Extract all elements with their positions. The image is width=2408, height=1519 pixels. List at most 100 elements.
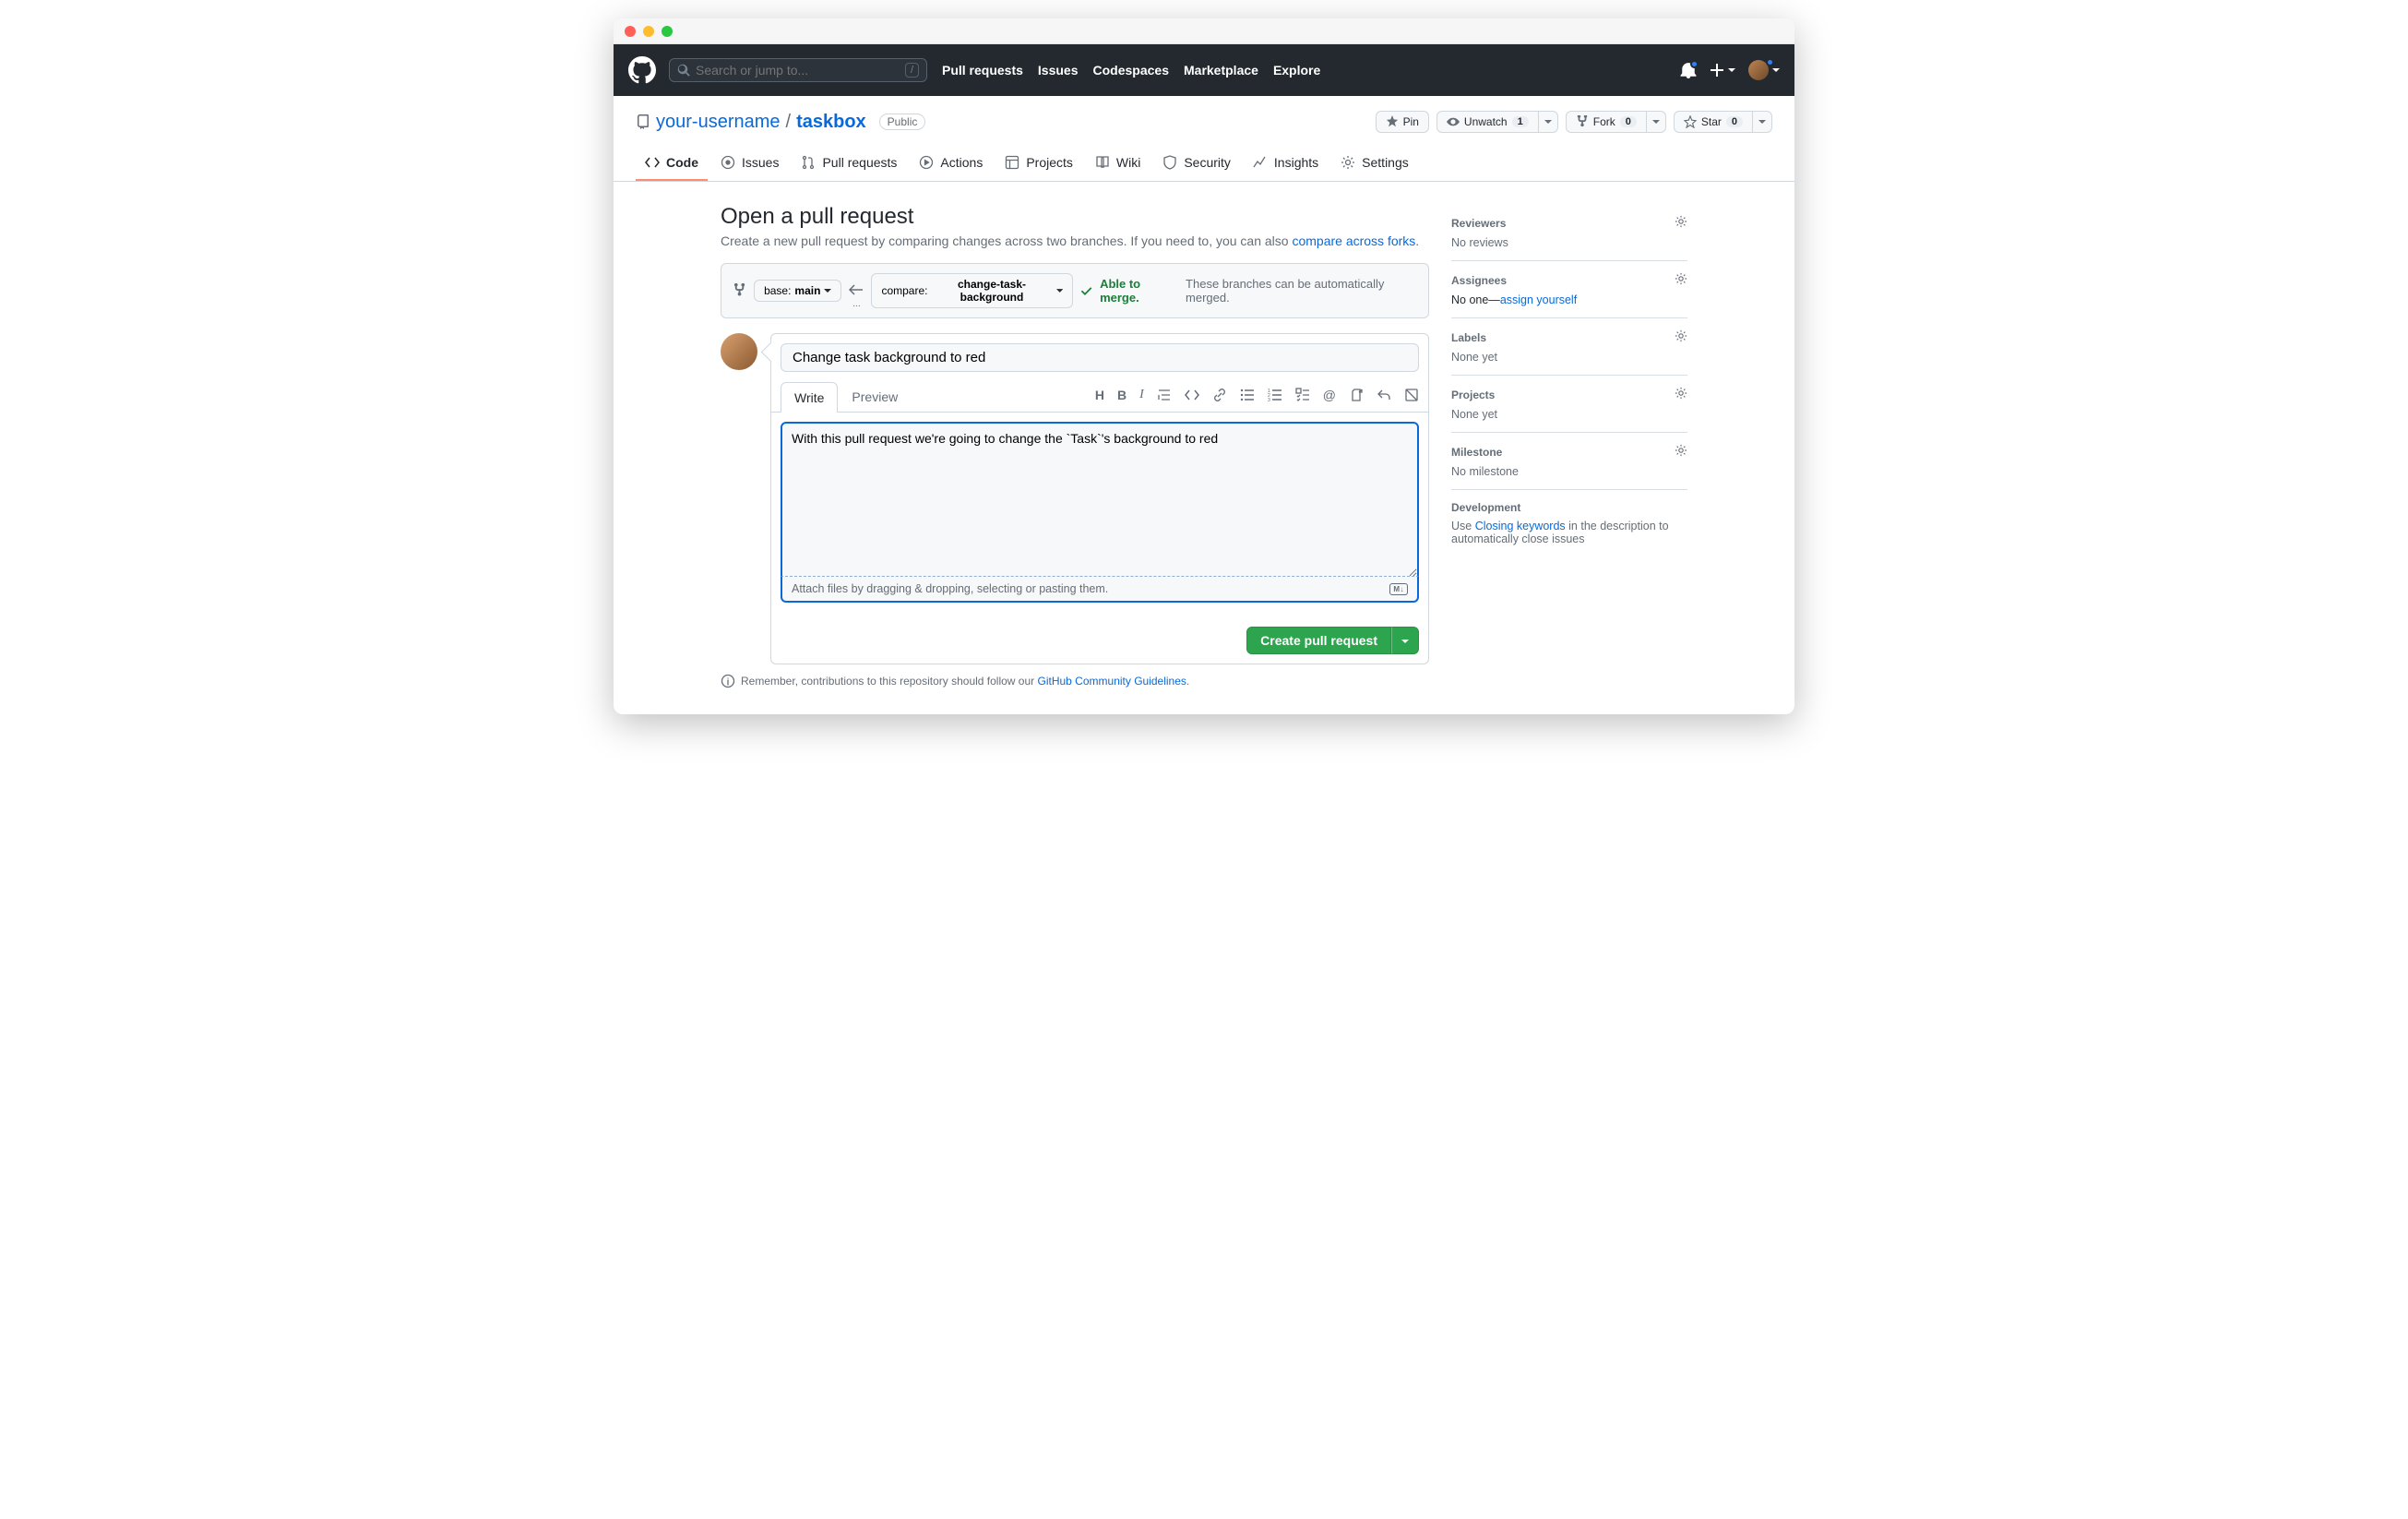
fork-dropdown[interactable] bbox=[1647, 111, 1666, 133]
nav-codespaces[interactable]: Codespaces bbox=[1093, 63, 1169, 78]
create-pull-request-button[interactable]: Create pull request bbox=[1246, 627, 1391, 654]
unwatch-dropdown[interactable] bbox=[1539, 111, 1558, 133]
reference-icon[interactable] bbox=[1349, 388, 1364, 405]
reviewers-block: Reviewers No reviews bbox=[1451, 204, 1687, 261]
pr-title-input[interactable] bbox=[781, 343, 1419, 372]
development-title: Development bbox=[1451, 501, 1520, 514]
tab-settings[interactable]: Settings bbox=[1331, 146, 1418, 181]
contribution-reminder: Remember, contributions to this reposito… bbox=[721, 674, 1429, 688]
labels-title: Labels bbox=[1451, 331, 1486, 344]
nav-explore[interactable]: Explore bbox=[1273, 63, 1320, 78]
fork-button[interactable]: Fork 0 bbox=[1566, 111, 1647, 133]
slash-shortcut-hint: / bbox=[905, 63, 919, 78]
tab-actions[interactable]: Actions bbox=[910, 146, 992, 181]
compare-forks-link[interactable]: compare across forks bbox=[1292, 233, 1415, 248]
repo-tabs: Code Issues Pull requests Actions Projec… bbox=[614, 146, 1794, 182]
merge-message: These branches can be automatically merg… bbox=[1186, 277, 1417, 305]
assign-yourself-link[interactable]: assign yourself bbox=[1500, 293, 1577, 306]
projects-gear-icon[interactable] bbox=[1675, 387, 1687, 402]
unwatch-button[interactable]: Unwatch 1 bbox=[1436, 111, 1539, 133]
development-block: Development Use Closing keywords in the … bbox=[1451, 490, 1687, 556]
reply-icon[interactable] bbox=[1377, 388, 1391, 405]
compare-branch-select[interactable]: compare: change-task-background bbox=[871, 273, 1072, 308]
tab-security[interactable]: Security bbox=[1153, 146, 1240, 181]
nav-pull-requests[interactable]: Pull requests bbox=[942, 63, 1023, 78]
mention-icon[interactable]: @ bbox=[1323, 388, 1336, 405]
assignees-gear-icon[interactable] bbox=[1675, 272, 1687, 288]
star-dropdown[interactable] bbox=[1753, 111, 1772, 133]
repo-visibility-badge: Public bbox=[879, 114, 926, 130]
star-button[interactable]: Star 0 bbox=[1674, 111, 1753, 133]
labels-gear-icon[interactable] bbox=[1675, 329, 1687, 345]
write-tab[interactable]: Write bbox=[781, 382, 838, 413]
compare-box: base: main compare: change-task-backgrou… bbox=[721, 263, 1429, 318]
tab-projects[interactable]: Projects bbox=[995, 146, 1082, 181]
preview-tab[interactable]: Preview bbox=[838, 381, 912, 412]
global-header: / Pull requests Issues Codespaces Market… bbox=[614, 44, 1794, 96]
pr-body-textarea[interactable] bbox=[781, 422, 1419, 579]
nav-issues[interactable]: Issues bbox=[1038, 63, 1079, 78]
attach-hint-row[interactable]: Attach files by dragging & dropping, sel… bbox=[781, 576, 1419, 603]
svg-text:3: 3 bbox=[1268, 398, 1270, 402]
merge-status: Able to merge. bbox=[1100, 277, 1178, 305]
tab-code[interactable]: Code bbox=[636, 146, 708, 181]
labels-body: None yet bbox=[1451, 351, 1687, 364]
closing-keywords-link[interactable]: Closing keywords bbox=[1475, 520, 1566, 532]
code-icon[interactable] bbox=[1185, 388, 1199, 405]
compare-icon bbox=[733, 283, 746, 298]
milestone-gear-icon[interactable] bbox=[1675, 444, 1687, 460]
window-min-dot[interactable] bbox=[643, 26, 654, 37]
window-max-dot[interactable] bbox=[662, 26, 673, 37]
page-subtitle: Create a new pull request by comparing c… bbox=[721, 233, 1429, 248]
labels-block: Labels None yet bbox=[1451, 318, 1687, 376]
pin-button[interactable]: Pin bbox=[1376, 111, 1429, 133]
tab-insights[interactable]: Insights bbox=[1244, 146, 1328, 181]
reviewers-gear-icon[interactable] bbox=[1675, 215, 1687, 231]
quote-icon[interactable] bbox=[1157, 388, 1172, 405]
heading-icon[interactable]: H bbox=[1095, 388, 1104, 405]
reviewers-title: Reviewers bbox=[1451, 217, 1506, 230]
projects-body: None yet bbox=[1451, 408, 1687, 421]
bold-icon[interactable]: B bbox=[1117, 388, 1127, 405]
milestone-title: Milestone bbox=[1451, 446, 1502, 459]
notifications-unread-dot bbox=[1690, 60, 1699, 68]
development-body: Use Closing keywords in the description … bbox=[1451, 520, 1687, 545]
create-new-dropdown[interactable] bbox=[1710, 63, 1735, 78]
diff-icon[interactable] bbox=[1404, 388, 1419, 405]
tab-pull-requests[interactable]: Pull requests bbox=[792, 146, 906, 181]
tab-wiki[interactable]: Wiki bbox=[1086, 146, 1150, 181]
link-icon[interactable] bbox=[1212, 388, 1227, 405]
task-list-icon[interactable] bbox=[1295, 388, 1310, 405]
fork-label: Fork bbox=[1593, 115, 1615, 128]
github-logo[interactable] bbox=[628, 56, 656, 84]
assignees-title: Assignees bbox=[1451, 274, 1507, 287]
global-search-input[interactable] bbox=[696, 63, 905, 78]
projects-title: Projects bbox=[1451, 389, 1495, 401]
assignees-block: Assignees No one—assign yourself bbox=[1451, 261, 1687, 318]
notifications-button[interactable] bbox=[1680, 62, 1697, 78]
unordered-list-icon[interactable] bbox=[1240, 388, 1255, 405]
window-close-dot[interactable] bbox=[625, 26, 636, 37]
ordered-list-icon[interactable]: 123 bbox=[1268, 388, 1282, 405]
repo-icon bbox=[636, 114, 650, 129]
markdown-badge-icon[interactable]: M↓ bbox=[1389, 583, 1408, 595]
check-icon bbox=[1080, 284, 1092, 297]
pin-label: Pin bbox=[1403, 115, 1419, 128]
create-pull-request-dropdown[interactable] bbox=[1391, 627, 1419, 654]
milestone-block: Milestone No milestone bbox=[1451, 433, 1687, 490]
milestone-body: No milestone bbox=[1451, 465, 1687, 478]
italic-icon[interactable]: I bbox=[1139, 388, 1144, 405]
projects-block: Projects None yet bbox=[1451, 376, 1687, 433]
nav-marketplace[interactable]: Marketplace bbox=[1184, 63, 1258, 78]
user-menu[interactable] bbox=[1748, 60, 1780, 80]
reviewers-body: No reviews bbox=[1451, 236, 1687, 249]
unwatch-label: Unwatch bbox=[1464, 115, 1508, 128]
repo-owner-link[interactable]: your-username bbox=[656, 112, 781, 133]
community-guidelines-link[interactable]: GitHub Community Guidelines bbox=[1038, 675, 1186, 688]
global-search[interactable]: / bbox=[669, 58, 927, 82]
repo-header: your-username / taskbox Public Pin Unwat… bbox=[614, 96, 1794, 133]
repo-name-link[interactable]: taskbox bbox=[796, 112, 866, 133]
base-branch-select[interactable]: base: main bbox=[754, 280, 841, 302]
tab-issues[interactable]: Issues bbox=[711, 146, 788, 181]
unwatch-count: 1 bbox=[1512, 116, 1529, 127]
